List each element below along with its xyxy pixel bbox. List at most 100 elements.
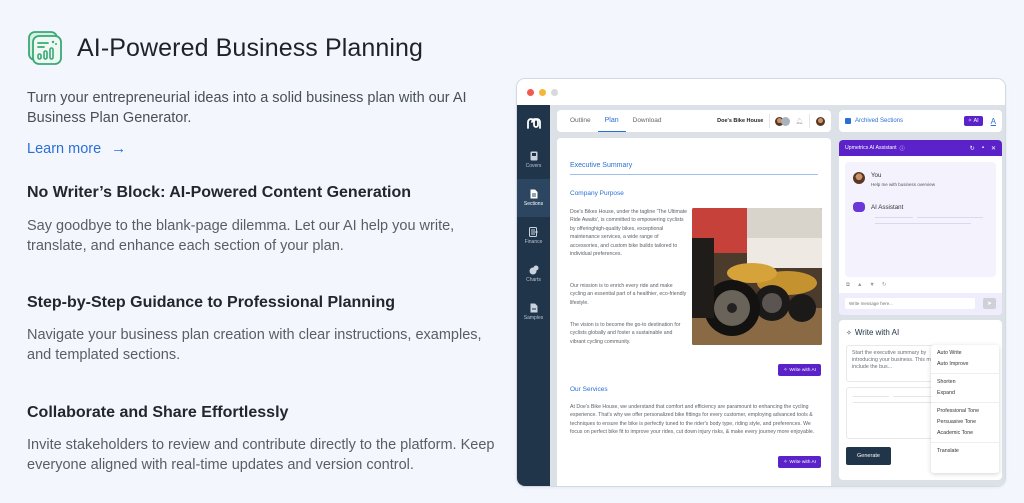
app-sidebar: Covers Sections Finance Charts Samples: [517, 105, 550, 486]
typing-placeholder: [875, 217, 913, 219]
message-author: You: [871, 172, 882, 179]
send-icon[interactable]: ➤: [983, 298, 996, 309]
message-actions: ⧉ ▲ ▼ ↻: [846, 282, 886, 289]
font-format-icon[interactable]: A: [991, 117, 996, 126]
section-title: Executive Summary: [570, 162, 818, 175]
menu-item-auto-improve[interactable]: Auto Improve: [937, 359, 993, 370]
paragraph: At Doe's Bike House, we understand that …: [570, 404, 815, 436]
close-icon[interactable]: ✕: [991, 145, 996, 152]
magic-wand-icon: ✧: [783, 367, 788, 373]
message-text: Help me with business overview: [871, 182, 936, 187]
feature-title: No Writer’s Block: AI-Powered Content Ge…: [27, 184, 412, 201]
tab-download[interactable]: Download: [626, 110, 669, 132]
maximize-window-dot[interactable]: [551, 88, 558, 96]
menu-item-auto-write[interactable]: Auto Write: [937, 348, 993, 359]
finance-icon: [528, 227, 538, 237]
intro-text: Turn your entrepreneurial ideas into a s…: [27, 90, 467, 126]
copy-icon[interactable]: ⧉: [846, 282, 850, 289]
feature-text: Say goodbye to the blank-page dilemma. L…: [27, 218, 455, 254]
sidebar-item-charts[interactable]: Charts: [517, 255, 550, 293]
info-icon: ⓘ: [899, 145, 905, 152]
motorcycles-photo: [692, 208, 822, 345]
sidebar-item-samples[interactable]: Samples: [517, 293, 550, 331]
archived-sections-link[interactable]: Archived Sections: [855, 118, 903, 124]
document-icon: [530, 189, 537, 199]
minimize-window-dot[interactable]: [539, 88, 546, 96]
charts-icon: [529, 265, 538, 275]
learn-more-label: Learn more: [27, 140, 102, 157]
app-window-screenshot: Covers Sections Finance Charts Samples O: [516, 78, 1006, 487]
output-placeholder: [853, 402, 933, 404]
feature-title: Collaborate and Share Effortlessly: [27, 404, 289, 421]
user-avatar[interactable]: [816, 116, 825, 126]
tab-outline[interactable]: Outline: [563, 110, 598, 132]
ai-assistant-toggle[interactable]: ✧ AI: [963, 116, 983, 126]
write-with-ai-button[interactable]: ✧ Write with AI: [778, 456, 821, 468]
app-body: Covers Sections Finance Charts Samples O: [517, 105, 1005, 486]
business-name: Doe's Bike House: [717, 118, 764, 124]
magic-wand-icon: ✧: [846, 329, 852, 337]
menu-item-translate[interactable]: Translate: [937, 446, 993, 457]
user-avatar: [853, 172, 865, 184]
services-title: Our Services: [570, 386, 608, 393]
paragraph: Doe's Bikes House, under the tagline 'Th…: [570, 209, 688, 258]
close-window-dot[interactable]: [527, 88, 534, 96]
assistant-header: Upmetrics AI Assistant ⓘ ↻ ▪ ✕: [839, 140, 1002, 156]
magic-wand-icon: ✧: [783, 459, 788, 465]
tab-plan[interactable]: Plan: [597, 110, 626, 132]
sidebar-label: Covers: [525, 163, 542, 169]
feature-text: Invite stakeholders to review and contri…: [27, 437, 495, 473]
document-editor[interactable]: Executive Summary Company Purpose Doe's …: [557, 138, 831, 486]
sidebar-item-covers[interactable]: Covers: [517, 141, 550, 179]
refresh-icon[interactable]: ↻: [970, 145, 975, 152]
cover-page-icon: [530, 151, 537, 161]
menu-item-professional-tone[interactable]: Professional Tone: [937, 406, 993, 417]
collaborators-avatars[interactable]: [775, 116, 791, 126]
divider: [769, 114, 771, 128]
menu-item-expand[interactable]: Expand: [937, 388, 993, 399]
chat-input-area: ➤: [839, 293, 1002, 315]
chat-history: You Help me with business overview AI As…: [845, 162, 996, 277]
regenerate-icon[interactable]: ↻: [882, 282, 887, 289]
thumbs-up-icon[interactable]: ▲: [857, 282, 862, 289]
ai-actions-menu: Auto Write Auto Improve Shorten Expand P…: [931, 345, 999, 473]
arrow-right-icon: →: [111, 140, 127, 157]
write-with-ai-title: ✧ Write with AI: [846, 328, 900, 337]
typing-placeholder: [917, 217, 983, 219]
menu-item-academic-tone[interactable]: Academic Tone: [937, 428, 993, 439]
menu-group: Shorten Expand: [931, 374, 999, 403]
sidebar-item-sections[interactable]: Sections: [517, 179, 550, 217]
generate-button[interactable]: Generate: [846, 447, 891, 465]
archive-icon: [845, 118, 851, 124]
menu-item-persuasive-tone[interactable]: Persuasive Tone: [937, 417, 993, 428]
hero-header: AI-Powered Business Planning: [27, 30, 423, 66]
output-placeholder: [853, 396, 889, 398]
sidebar-label: Samples: [523, 315, 544, 321]
avatar: [781, 116, 791, 126]
window-titlebar: [517, 79, 1005, 105]
trash-icon[interactable]: ▪: [982, 145, 984, 152]
chart-dashboard-icon: [28, 31, 62, 65]
write-with-ai-panel: ✧ Write with AI Start the executive summ…: [839, 320, 1002, 480]
learn-more-link[interactable]: Learn more →: [27, 140, 126, 157]
chat-message-input[interactable]: [845, 298, 975, 309]
right-panel-toolbar: Archived Sections ✧ AI A: [839, 110, 1002, 132]
upmetrics-logo-icon[interactable]: [517, 105, 550, 141]
thumbs-down-icon[interactable]: ▼: [869, 282, 874, 289]
company-purpose-title: Company Purpose: [570, 190, 624, 197]
menu-group: Translate: [931, 443, 999, 460]
divider: [809, 114, 810, 128]
sidebar-item-finance[interactable]: Finance: [517, 217, 550, 255]
typing-placeholder: [875, 223, 971, 225]
menu-item-shorten[interactable]: Shorten: [937, 377, 993, 388]
plan-top-nav: Outline Plan Download Doe's Bike House 🔔…: [557, 110, 831, 132]
sidebar-label: Sections: [523, 201, 544, 207]
ai-assistant-panel: Upmetrics AI Assistant ⓘ ↻ ▪ ✕ You Help …: [839, 140, 1002, 315]
write-with-ai-button[interactable]: ✧ Write with AI: [778, 364, 821, 376]
feature-text: Navigate your business plan creation wit…: [27, 327, 482, 363]
bell-icon[interactable]: 🔔︎: [795, 118, 803, 125]
robot-icon: [853, 202, 865, 212]
page-title: AI-Powered Business Planning: [77, 33, 424, 62]
samples-icon: [530, 303, 537, 313]
feature-title: Step-by-Step Guidance to Professional Pl…: [27, 294, 396, 311]
